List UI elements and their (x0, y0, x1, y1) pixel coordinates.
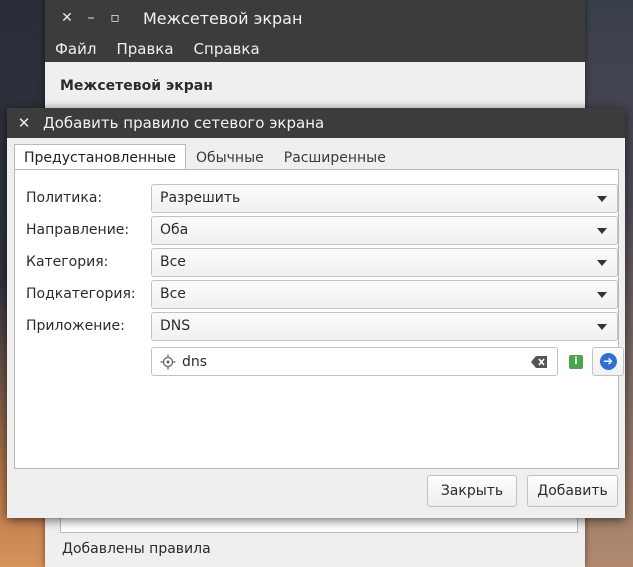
dropdown-arrow-icon (597, 291, 607, 298)
firewall-content: Межсетевой экран (45, 62, 585, 106)
direction-value: Оба (160, 222, 189, 238)
dialog-title: Добавить правило сетевого экрана (43, 114, 325, 132)
dropdown-arrow-icon (597, 323, 607, 330)
subcategory-value: Все (160, 286, 186, 302)
arrow-right-icon: ➜ (599, 353, 617, 370)
menu-file[interactable]: Файл (55, 40, 96, 58)
firewall-titlebar: ✕ – ▫ Межсетевой экран (45, 0, 585, 36)
menubar: Файл Правка Справка (45, 36, 585, 62)
subcategory-label: Подкатегория: (26, 286, 136, 302)
tab-simple[interactable]: Обычные (186, 144, 274, 170)
close-icon[interactable]: ✕ (11, 114, 37, 132)
subcategory-row: Подкатегория: Все (26, 279, 618, 309)
dialog-titlebar: ✕ Добавить правило сетевого экрана (7, 108, 625, 138)
dropdown-arrow-icon (597, 195, 607, 202)
direction-label: Направление: (26, 222, 130, 238)
clear-icon[interactable] (531, 356, 547, 368)
application-row: Приложение: DNS (26, 311, 618, 341)
category-value: Все (160, 254, 186, 270)
locate-icon (160, 354, 176, 369)
add-button[interactable]: Добавить (527, 475, 618, 507)
dropdown-arrow-icon (597, 259, 607, 266)
category-label: Категория: (26, 254, 109, 270)
menu-edit[interactable]: Правка (116, 40, 173, 58)
close-icon[interactable]: ✕ (55, 10, 79, 26)
policy-select[interactable]: Разрешить (151, 183, 618, 213)
dropdown-arrow-icon (597, 227, 607, 234)
search-value: dns (182, 353, 208, 370)
maximize-icon[interactable]: ▫ (103, 10, 127, 26)
application-value: DNS (160, 318, 191, 334)
status-text: Добавлены правила (62, 541, 211, 557)
tab-bar: Предустановленные Обычные Расширенные (14, 144, 396, 170)
application-label: Приложение: (26, 318, 125, 334)
policy-row: Политика: Разрешить (26, 183, 618, 213)
info-icon[interactable]: i (569, 354, 583, 369)
tab-preconfigured[interactable]: Предустановленные (14, 144, 186, 170)
tab-panel-preconfigured: Политика: Разрешить Направление: Оба Кат… (14, 169, 624, 469)
direction-select[interactable]: Оба (151, 215, 618, 245)
tab-advanced[interactable]: Расширенные (274, 144, 396, 170)
category-row: Категория: Все (26, 247, 618, 277)
firewall-heading: Межсетевой экран (60, 78, 213, 94)
direction-row: Направление: Оба (26, 215, 618, 245)
application-search-row: dns i ➜ (151, 347, 624, 376)
close-button[interactable]: Закрыть (427, 475, 517, 507)
menu-help[interactable]: Справка (194, 40, 260, 58)
policy-value: Разрешить (160, 190, 241, 206)
window-title: Межсетевой экран (143, 8, 303, 28)
add-rule-dialog: ✕ Добавить правило сетевого экрана Преду… (7, 108, 625, 518)
application-search-input[interactable]: dns (151, 347, 558, 376)
application-select[interactable]: DNS (151, 311, 618, 341)
category-select[interactable]: Все (151, 247, 618, 277)
minimize-icon[interactable]: – (79, 10, 103, 26)
policy-label: Политика: (26, 190, 103, 206)
subcategory-select[interactable]: Все (151, 279, 618, 309)
go-button[interactable]: ➜ (592, 347, 624, 376)
